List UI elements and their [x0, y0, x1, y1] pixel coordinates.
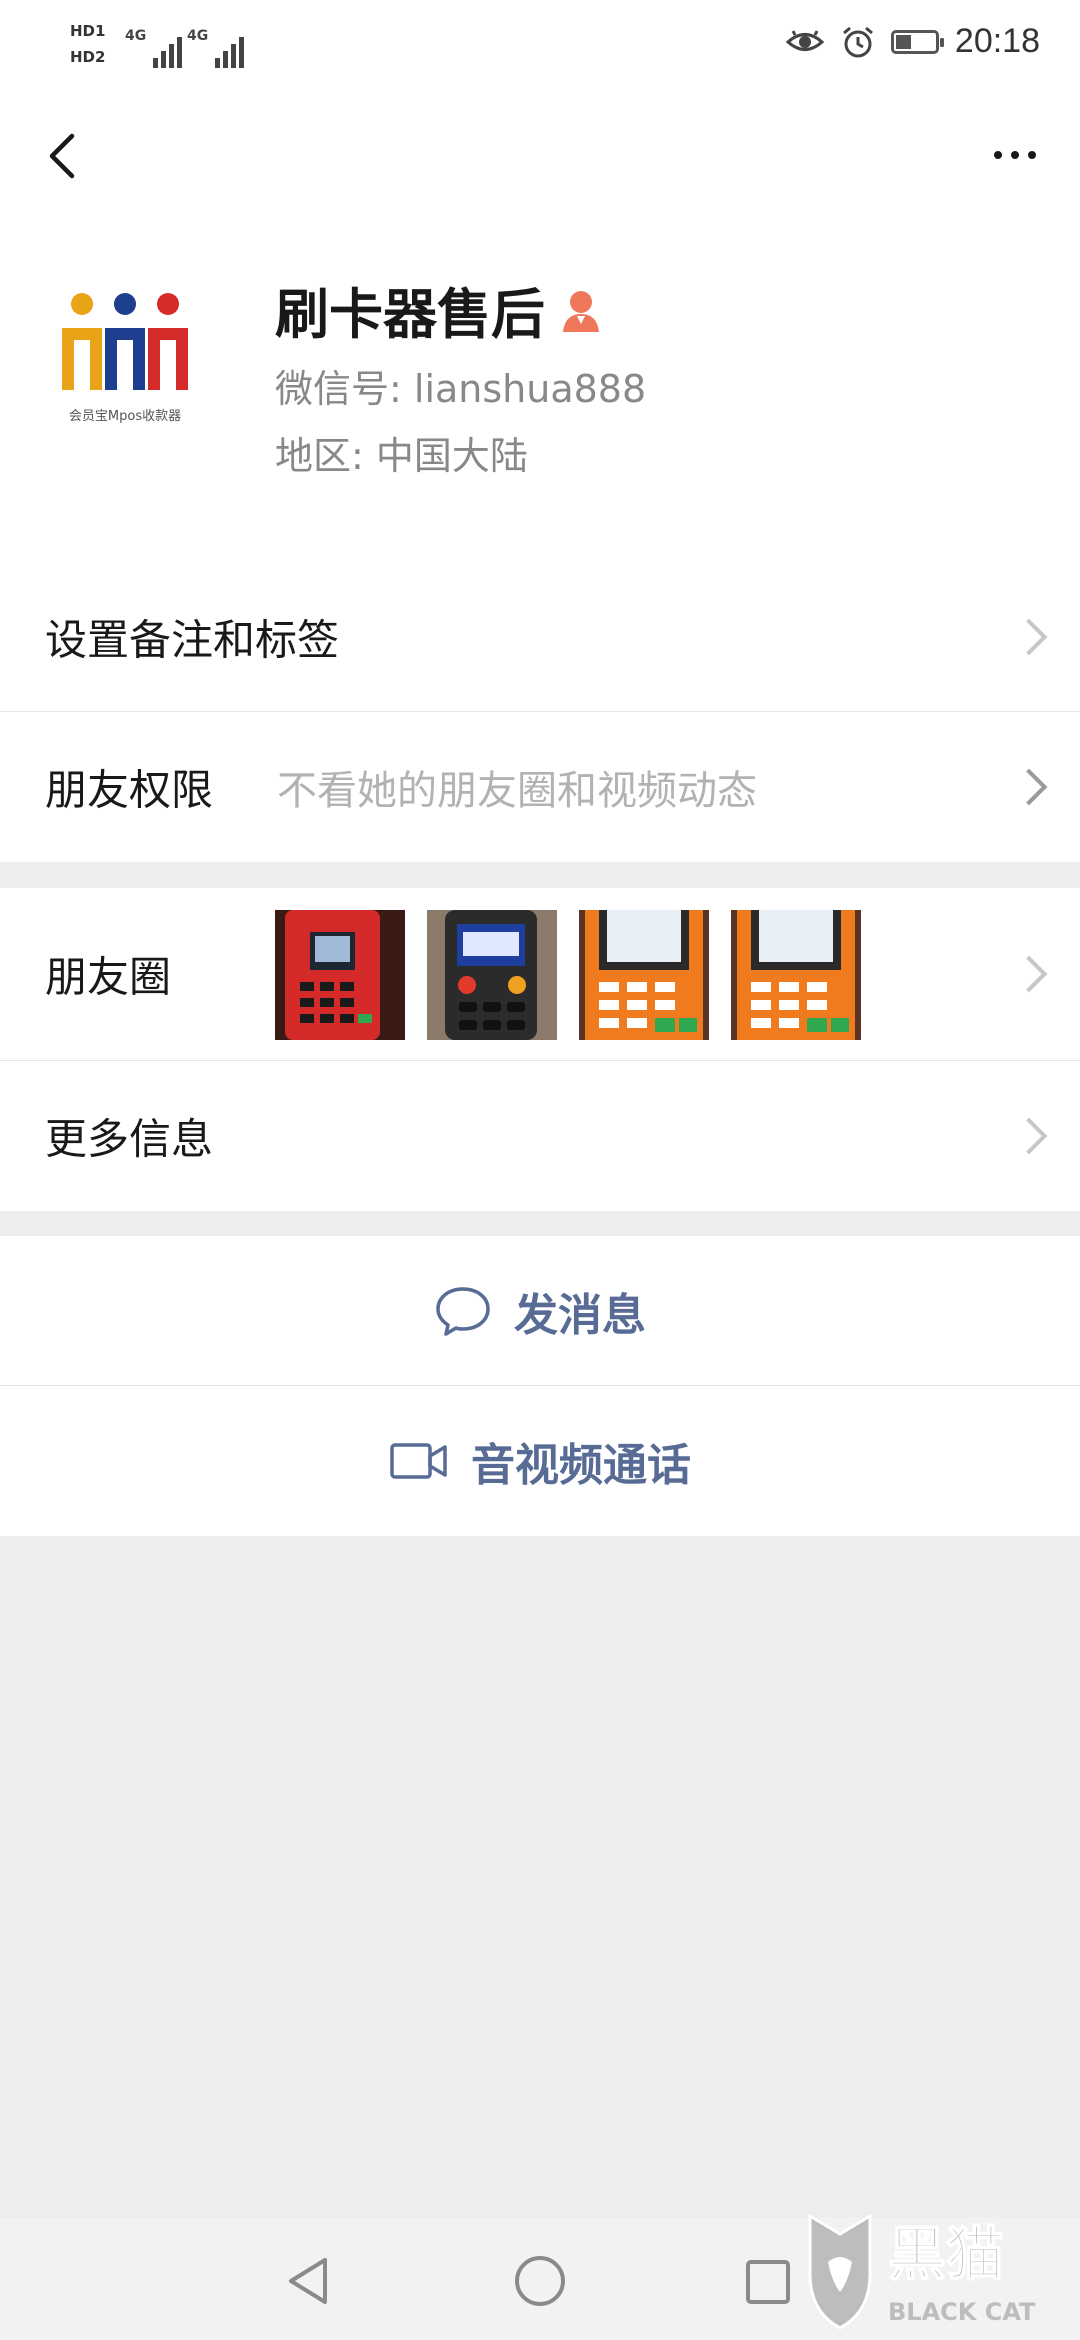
more-dots-icon [994, 151, 1002, 159]
network-type-1: 4G [125, 28, 147, 44]
moments-label: 朋友圈 [45, 952, 172, 1002]
clock: 20:18 [954, 22, 1040, 60]
back-triangle-icon[interactable] [283, 2254, 333, 2308]
more-info-label: 更多信息 [45, 1114, 214, 1164]
customer-service-icon [563, 290, 599, 332]
chevron-right-icon [1010, 768, 1048, 806]
network-type-2: 4G [187, 28, 209, 44]
region: 地区: 中国大陆 [275, 434, 528, 478]
moments-photo [275, 910, 405, 1040]
video-call-button[interactable]: 音视频通话 [0, 1386, 1080, 1536]
back-button[interactable] [30, 120, 100, 190]
back-arrow-icon [49, 133, 75, 179]
friend-permission-row[interactable]: 朋友权限 不看她的朋友圈和视频动态 [0, 712, 1080, 862]
send-message-button[interactable]: 发消息 [0, 1236, 1080, 1386]
moments-photo [731, 910, 861, 1040]
contact-name: 刷卡器售后 [275, 270, 603, 349]
sim2-label: HD2 [70, 48, 106, 66]
video-call-label: 音视频通话 [471, 1440, 691, 1491]
moments-photo [427, 910, 557, 1040]
blackcat-watermark: 黑猫 BLACK CAT [802, 2212, 1072, 2332]
moments-photo [579, 910, 709, 1040]
sim1-label: HD1 [70, 22, 106, 40]
battery-fill [895, 34, 911, 49]
set-remark-label: 设置备注和标签 [45, 615, 340, 664]
eye-icon [785, 29, 825, 51]
more-info-row[interactable]: 更多信息 [0, 1061, 1080, 1211]
avatar[interactable]: 会员宝Mpos收款器 [50, 280, 200, 430]
more-button[interactable] [980, 120, 1050, 190]
avatar-caption: 会员宝Mpos收款器 [68, 409, 182, 424]
chat-bubble-icon [436, 1286, 490, 1336]
chevron-right-icon [1010, 955, 1048, 993]
send-message-label: 发消息 [514, 1289, 646, 1341]
signal-icon-1: 4G [125, 24, 183, 68]
battery-icon [890, 29, 944, 54]
signal-icon-2: 4G [187, 24, 245, 68]
video-camera-icon [390, 1443, 447, 1479]
friend-permission-label: 朋友权限 [45, 765, 214, 815]
watermark-cn: 黑猫 [888, 2220, 1004, 2288]
home-circle-icon[interactable] [513, 2254, 567, 2308]
alarm-icon [842, 26, 873, 57]
wechat-id: 微信号: lianshua888 [275, 367, 647, 411]
actions-group: 发消息 音视频通话 [0, 1236, 1080, 1536]
settings-group: 设置备注和标签 朋友权限 不看她的朋友圈和视频动态 [0, 562, 1080, 862]
watermark-en: BLACK CAT [888, 2298, 1036, 2326]
recents-square-icon[interactable] [744, 2258, 792, 2306]
chevron-right-icon [1010, 618, 1048, 655]
chevron-right-icon [1010, 1117, 1048, 1155]
friend-permission-value: 不看她的朋友圈和视频动态 [277, 768, 757, 814]
top-navigation [0, 90, 1080, 220]
contact-name-text: 刷卡器售后 [275, 283, 545, 346]
moments-thumbnails [275, 910, 861, 1040]
sim-indicators: HD1 HD2 [70, 18, 105, 70]
set-remark-row[interactable]: 设置备注和标签 [0, 562, 1080, 712]
status-bar: HD1 HD2 4G 4G 20:18 [0, 0, 1080, 90]
moments-row[interactable]: 朋友圈 [0, 888, 1080, 1061]
info-group: 朋友圈 更多信息 [0, 888, 1080, 1211]
cat-logo-icon: 黑猫 BLACK CAT [808, 2213, 1036, 2330]
profile-header: 会员宝Mpos收款器 刷卡器售后 微信号: lianshua888 地区: 中国… [0, 220, 1080, 562]
